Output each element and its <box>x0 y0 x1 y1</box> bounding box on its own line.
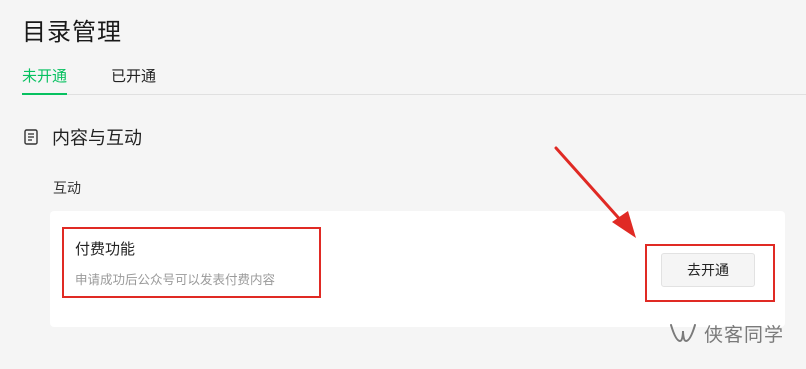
watermark-text: 侠客同学 <box>704 324 785 346</box>
section-header: 内容与互动 <box>24 124 142 150</box>
watermark: 侠客同学 <box>668 320 784 347</box>
page-title: 目录管理 <box>22 18 122 46</box>
tab-not-activated[interactable]: 未开通 <box>22 66 68 95</box>
group-label: 互动 <box>53 181 81 197</box>
tab-bar: 未开通 已开通 <box>22 66 806 95</box>
feature-highlight-box <box>62 227 321 298</box>
section-title: 内容与互动 <box>52 128 142 149</box>
tab-activated[interactable]: 已开通 <box>111 66 156 93</box>
button-highlight-box <box>645 244 775 302</box>
wechat-channel-icon <box>670 323 696 342</box>
document-icon <box>24 129 38 145</box>
